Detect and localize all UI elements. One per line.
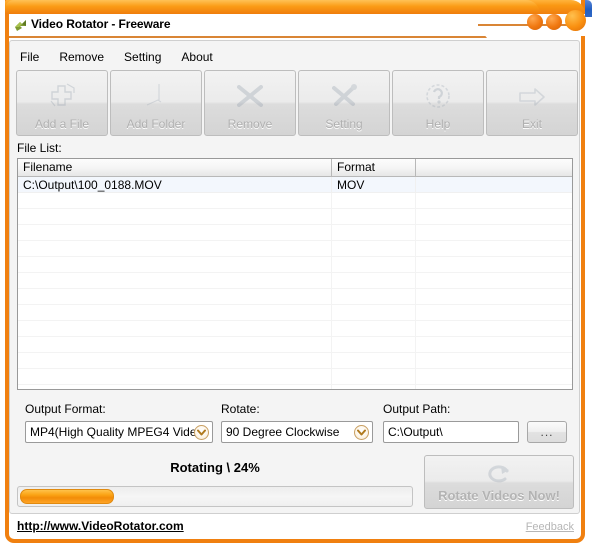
column-header-extra[interactable] [416,159,572,176]
help-button[interactable]: Help [392,70,484,136]
menu-bar: File Remove Setting About [10,47,223,67]
table-row-empty [18,241,572,257]
progress-bar [17,486,413,507]
file-list-view[interactable]: Filename Format C:\Output\100_0188.MOV M… [17,158,573,390]
feedback-link[interactable]: Feedback [526,521,574,533]
table-row-empty [18,369,572,385]
menu-item-setting[interactable]: Setting [114,48,171,66]
rotate-value: 90 Degree Clockwise [226,425,340,439]
progress-status-text: Rotating \ 24% [170,460,260,475]
table-row-empty [18,257,572,273]
browse-button[interactable]: ... [527,421,567,443]
video-rotator-icon [13,18,28,33]
table-row-empty [18,353,572,369]
setting-button[interactable]: Setting [298,70,390,136]
output-format-select[interactable]: MP4(High Quality MPEG4 Video [25,421,213,443]
close-button[interactable] [565,10,586,31]
rotate-select[interactable]: 90 Degree Clockwise [221,421,373,443]
table-row-empty [18,273,572,289]
menu-item-about[interactable]: About [171,48,222,66]
output-path-input[interactable]: C:\Output\ [383,421,519,443]
add-folder-label: Add Folder [126,117,186,131]
cell-format: MOV [332,177,416,192]
file-list-header: Filename Format [18,159,572,177]
website-link[interactable]: http://www.VideoRotator.com [17,519,184,533]
rotate-icon [425,461,573,489]
table-row-empty [18,337,572,353]
cell-extra [416,177,572,192]
file-list-empty-rows [18,193,572,389]
exit-icon [487,79,577,113]
help-label: Help [425,117,451,131]
table-row[interactable]: C:\Output\100_0188.MOV MOV [18,177,572,193]
exit-label: Exit [521,117,542,131]
table-row-empty [18,305,572,321]
add-folder-icon [111,79,201,113]
rotate-videos-now-button[interactable]: Rotate Videos Now! [424,455,574,509]
column-header-filename[interactable]: Filename [18,159,332,176]
setting-label: Setting [325,117,363,131]
file-list-label: File List: [17,141,62,155]
rotate-label: Rotate: [221,402,260,416]
output-format-label: Output Format: [25,402,106,416]
cell-filename: C:\Output\100_0188.MOV [18,177,332,192]
add-folder-button[interactable]: Add Folder [110,70,202,136]
window-title: Video Rotator - Freeware [31,17,171,31]
application-window: Video Rotator - Freeware File Remove Set… [0,0,592,549]
table-row-empty [18,289,572,305]
add-a-file-button[interactable]: Add a File [16,70,108,136]
menu-item-file[interactable]: File [10,48,49,66]
table-row-empty [18,225,572,241]
maximize-button[interactable] [546,14,562,30]
setting-icon [299,79,389,113]
remove-label: Remove [227,117,273,131]
title-divider-left [9,36,457,38]
minimize-button[interactable] [527,14,543,30]
add-file-icon [17,79,107,113]
output-format-value: MP4(High Quality MPEG4 Video [30,425,204,439]
help-icon [393,79,483,113]
rotate-videos-now-label: Rotate Videos Now! [438,488,560,503]
table-row-empty [18,321,572,337]
output-path-label: Output Path: [383,402,451,416]
table-row-empty [18,385,572,389]
table-row-empty [18,209,572,225]
file-list-body: C:\Output\100_0188.MOV MOV [18,177,572,389]
chevron-down-icon[interactable] [354,425,369,440]
menu-item-remove[interactable]: Remove [49,48,114,66]
progress-bar-fill [20,489,114,504]
title-bar-band-curve [440,0,540,14]
table-row-empty [18,193,572,209]
column-header-format[interactable]: Format [332,159,416,176]
toolbar: Add a File Add Folder Remove Setting Hel… [16,70,578,136]
exit-button[interactable]: Exit [486,70,578,136]
add-a-file-label: Add a File [34,117,90,131]
chevron-down-icon[interactable] [194,425,209,440]
remove-button[interactable]: Remove [204,70,296,136]
remove-icon [205,79,295,113]
